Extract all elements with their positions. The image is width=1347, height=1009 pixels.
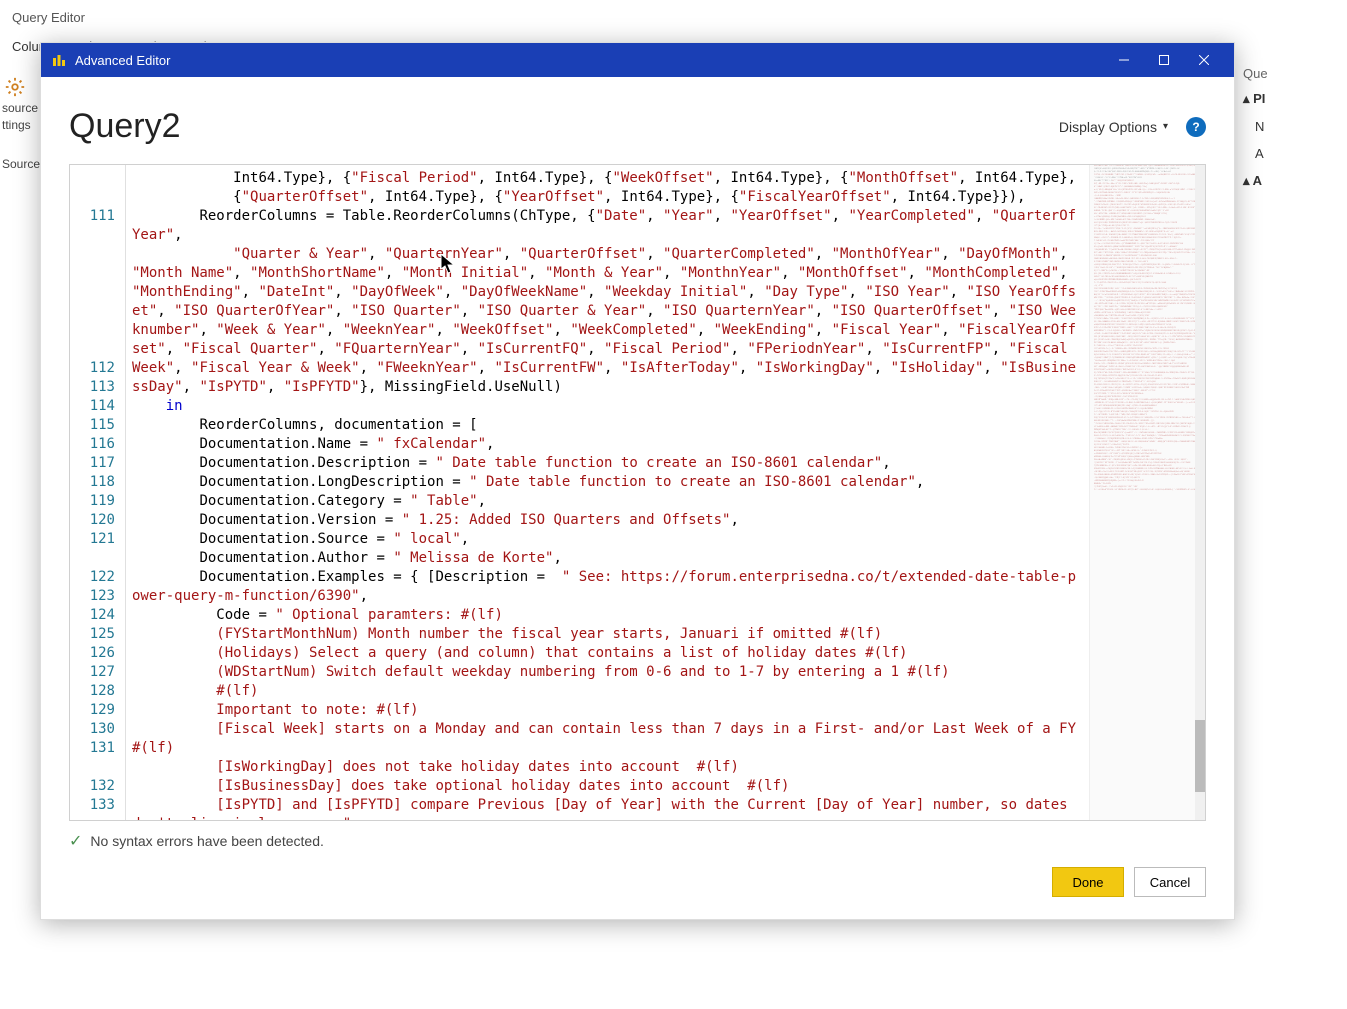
done-button[interactable]: Done <box>1052 867 1124 897</box>
status-text: No syntax errors have been detected. <box>90 833 323 849</box>
app-icon <box>51 52 67 68</box>
minimap-scrollbar-thumb[interactable] <box>1195 720 1205 792</box>
titlebar: Advanced Editor <box>41 43 1234 77</box>
query-name-heading: Query2 <box>69 107 1059 146</box>
bg-right-query-label: Que <box>1243 66 1341 81</box>
advanced-editor-dialog: Advanced Editor Query2 Display Options ▾… <box>40 42 1235 920</box>
minimize-button[interactable] <box>1104 46 1144 74</box>
line-number-gutter: 1111121131141151161171181191201211221231… <box>70 165 126 820</box>
check-icon: ✓ <box>69 831 82 851</box>
maximize-button[interactable] <box>1144 46 1184 74</box>
bg-right-item: N <box>1255 119 1341 134</box>
dialog-footer: Done Cancel <box>41 857 1234 919</box>
bg-right-panel: Que PI N A A <box>1237 60 1347 207</box>
chevron-down-icon: ▾ <box>1163 121 1168 132</box>
bg-right-section[interactable]: PI <box>1243 91 1341 107</box>
code-editor[interactable]: 1111121131141151161171181191201211221231… <box>69 164 1206 821</box>
display-options-label: Display Options <box>1059 119 1157 135</box>
display-options-dropdown[interactable]: Display Options ▾ <box>1059 119 1168 135</box>
bg-window-title: Query Editor <box>0 0 1347 35</box>
close-button[interactable] <box>1184 46 1224 74</box>
bg-right-section[interactable]: A <box>1243 173 1341 189</box>
gear-icon[interactable] <box>4 76 26 98</box>
cancel-button[interactable]: Cancel <box>1134 867 1206 897</box>
header-row: Query2 Display Options ▾ ? <box>69 107 1206 164</box>
minimap[interactable]: 5&>%N5;E-=&,T7Z-3"HGV8F87"VAOCP78\FV1W=X… <box>1089 165 1205 820</box>
bg-right-item: A <box>1255 146 1341 161</box>
titlebar-text: Advanced Editor <box>75 53 1104 68</box>
minimap-content: 5&>%N5;E-=&,T7Z-3"HGV8F87"VAOCP78\FV1W=X… <box>1094 165 1201 492</box>
status-bar: ✓ No syntax errors have been detected. <box>41 821 1234 857</box>
code-content[interactable]: Int64.Type}, {"Fiscal Period", Int64.Typ… <box>126 165 1089 820</box>
help-icon[interactable]: ? <box>1186 117 1206 137</box>
